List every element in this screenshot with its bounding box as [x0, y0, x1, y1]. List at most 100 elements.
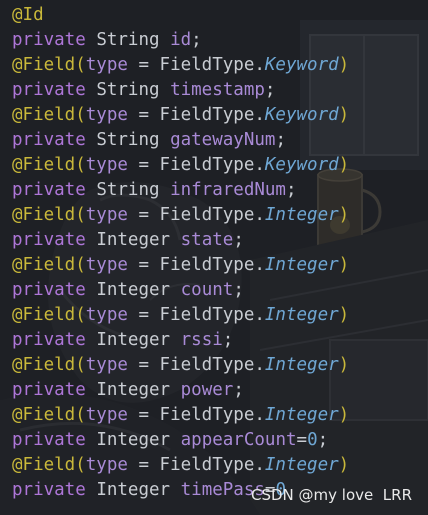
code-line[interactable]: @Field(type = FieldType.Integer): [12, 303, 349, 328]
code-line[interactable]: private Integer rssi;: [12, 328, 233, 353]
code-line[interactable]: private String gatewayNum;: [12, 128, 286, 153]
code-line[interactable]: @Id: [12, 3, 44, 28]
code-line[interactable]: @Field(type = FieldType.Keyword): [12, 53, 349, 78]
type-token: Integer: [96, 380, 171, 400]
semicolon-token: ;: [264, 80, 276, 100]
field-name-token: power: [180, 380, 234, 400]
paren-token: ): [338, 105, 350, 125]
keyword-token: private: [12, 80, 86, 100]
field-name-token: appearCount: [180, 430, 297, 450]
code-line[interactable]: @Field(type = FieldType.Keyword): [12, 103, 349, 128]
enum-value-token: Integer: [264, 205, 339, 225]
param-name-token: type: [85, 405, 128, 425]
type-token: String: [96, 30, 160, 50]
code-line[interactable]: private String infraredNum;: [12, 178, 297, 203]
field-name-token: id: [170, 30, 192, 50]
param-name-token: type: [85, 355, 128, 375]
enum-class-token: = FieldType.: [127, 205, 265, 225]
type-token: Integer: [96, 280, 171, 300]
enum-class-token: = FieldType.: [127, 355, 265, 375]
enum-value-token: Keyword: [264, 155, 339, 175]
keyword-token: private: [12, 480, 86, 500]
field-name-token: infraredNum: [170, 180, 286, 200]
paren-token: ): [338, 355, 350, 375]
code-line[interactable]: @Field(type = FieldType.Integer): [12, 453, 349, 478]
annotation-token: @Field: [12, 405, 76, 425]
paren-token: (: [75, 55, 86, 75]
semicolon-token: ;: [222, 330, 234, 350]
code-line[interactable]: @Field(type = FieldType.Integer): [12, 353, 349, 378]
field-name-token: gatewayNum: [170, 130, 276, 150]
semicolon-token: ;: [275, 130, 286, 150]
paren-token: (: [75, 355, 86, 375]
param-name-token: type: [85, 105, 128, 125]
semicolon-token: ;: [285, 180, 297, 200]
annotation-token: @Field: [12, 55, 76, 75]
annotation-token: @Field: [12, 105, 76, 125]
code-line[interactable]: private Integer count;: [12, 278, 244, 303]
semicolon-token: ;: [233, 280, 244, 300]
paren-token: ): [338, 455, 350, 475]
paren-token: ): [338, 155, 350, 175]
field-name-token: timestamp: [170, 80, 265, 100]
code-line[interactable]: private String timestamp;: [12, 78, 275, 103]
paren-token: (: [75, 405, 86, 425]
semicolon-token: ;: [191, 30, 202, 50]
enum-value-token: Keyword: [264, 55, 339, 75]
param-name-token: type: [85, 455, 128, 475]
enum-value-token: Integer: [264, 355, 339, 375]
paren-token: ): [338, 255, 350, 275]
enum-class-token: = FieldType.: [127, 55, 265, 75]
enum-class-token: = FieldType.: [127, 455, 265, 475]
enum-value-token: Integer: [264, 305, 339, 325]
code-line[interactable]: @Field(type = FieldType.Integer): [12, 253, 349, 278]
param-name-token: type: [85, 55, 128, 75]
annotation-token: @Field: [12, 355, 76, 375]
code-line[interactable]: private Integer power;: [12, 378, 244, 403]
param-name-token: type: [85, 255, 128, 275]
code-line[interactable]: @Field(type = FieldType.Integer): [12, 403, 349, 428]
paren-token: (: [75, 305, 86, 325]
keyword-token: private: [12, 430, 86, 450]
field-name-token: state: [180, 230, 234, 250]
semicolon-token: ;: [233, 230, 244, 250]
semicolon-token: ;: [233, 380, 244, 400]
annotation-token: @Field: [12, 255, 76, 275]
annotation-token: @Field: [12, 305, 76, 325]
enum-value-token: Integer: [264, 455, 339, 475]
code-line[interactable]: private String id;: [12, 28, 202, 53]
enum-class-token: = FieldType.: [127, 305, 265, 325]
annotation-token: @Id: [12, 5, 44, 25]
code-line[interactable]: @Field(type = FieldType.Integer): [12, 203, 349, 228]
code-line[interactable]: private Integer appearCount=0;: [12, 428, 328, 453]
type-token: Integer: [96, 330, 171, 350]
type-token: Integer: [96, 480, 171, 500]
code-line[interactable]: private Integer state;: [12, 228, 244, 253]
csdn-watermark: CSDN @my love LRR: [251, 486, 412, 504]
keyword-token: private: [12, 30, 86, 50]
enum-value-token: Keyword: [264, 105, 339, 125]
enum-class-token: = FieldType.: [127, 155, 265, 175]
enum-value-token: Integer: [264, 255, 339, 275]
paren-token: ): [338, 55, 350, 75]
code-line[interactable]: private Integer timePass=0: [12, 478, 286, 503]
field-name-token: count: [180, 280, 234, 300]
code-line[interactable]: @Field(type = FieldType.Keyword): [12, 153, 349, 178]
enum-class-token: = FieldType.: [127, 105, 265, 125]
keyword-token: private: [12, 280, 86, 300]
paren-token: (: [75, 205, 86, 225]
code-editor[interactable]: @Id private String id; @Field(type = Field…: [0, 0, 428, 515]
